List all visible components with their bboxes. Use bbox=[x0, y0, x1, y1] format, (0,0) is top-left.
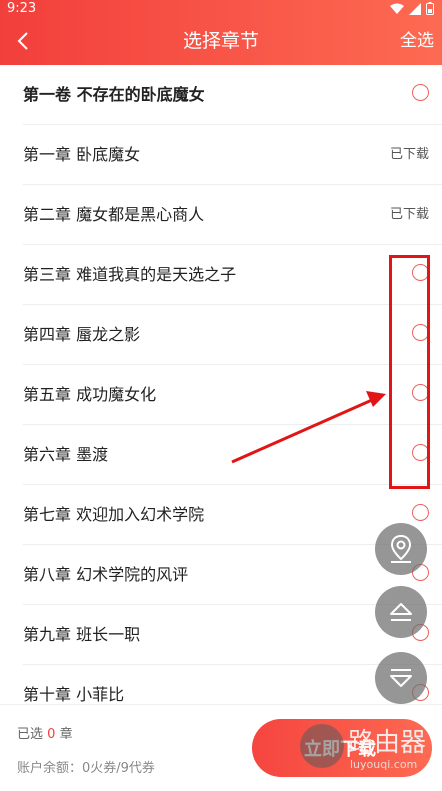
chapter-row[interactable]: 第二章 魔女都是黑心商人 已下载 bbox=[23, 185, 442, 245]
volume-title: 第一卷 不存在的卧底魔女 bbox=[23, 85, 205, 104]
chapter-row[interactable]: 第一卷 不存在的卧底魔女 bbox=[23, 65, 442, 125]
signal-icon bbox=[409, 2, 421, 15]
app-bar: 选择章节 全选 bbox=[0, 18, 442, 65]
selected-count-text: 已选 0 章 bbox=[17, 723, 73, 742]
chapter-title: 第三章 难道我真的是天选之子 bbox=[23, 265, 237, 284]
eject-up-icon bbox=[390, 603, 412, 621]
chapter-title: 第五章 成功魔女化 bbox=[23, 385, 157, 404]
status-icons bbox=[390, 2, 434, 15]
annotation-highlight-box bbox=[389, 255, 430, 489]
eject-down-icon bbox=[390, 669, 412, 687]
chapter-title: 第四章 蜃龙之影 bbox=[23, 325, 141, 344]
locate-fab[interactable] bbox=[375, 523, 427, 575]
account-balance: 账户余额：0火券/9代券 bbox=[17, 761, 155, 776]
downloaded-label: 已下载 bbox=[389, 147, 429, 162]
chapter-title: 第二章 魔女都是黑心商人 bbox=[23, 205, 205, 224]
chapter-title: 第一章 卧底魔女 bbox=[23, 145, 141, 164]
wifi-icon bbox=[390, 3, 404, 14]
selected-suffix: 章 bbox=[59, 727, 73, 742]
selected-count: 0 bbox=[47, 727, 56, 742]
header: 9:23 选择章节 全选 bbox=[0, 0, 442, 65]
select-radio[interactable] bbox=[412, 504, 429, 521]
chapter-row[interactable]: 第五章 成功魔女化 bbox=[23, 365, 442, 425]
select-radio[interactable] bbox=[412, 84, 429, 101]
page-title: 选择章节 bbox=[182, 30, 259, 52]
status-bar: 9:23 bbox=[0, 0, 442, 18]
chapter-row[interactable]: 第一章 卧底魔女 已下载 bbox=[23, 125, 442, 185]
bottom-bar: 已选 0 章 账户余额：0火券/9代券 立即下载 bbox=[0, 704, 442, 791]
download-now-button[interactable]: 立即下载 bbox=[252, 719, 432, 777]
status-time: 9:23 bbox=[7, 1, 37, 16]
chapter-title: 第七章 欢迎加入幻术学院 bbox=[23, 505, 205, 524]
scroll-top-fab[interactable] bbox=[375, 586, 427, 638]
location-pin-icon bbox=[390, 534, 412, 563]
chapter-row[interactable]: 第六章 墨渡 bbox=[23, 425, 442, 485]
selected-prefix: 已选 bbox=[17, 727, 44, 742]
select-all-button[interactable]: 全选 bbox=[400, 18, 434, 65]
chapter-list: 第一卷 不存在的卧底魔女 第一章 卧底魔女 已下载 第二章 魔女都是黑心商人 已… bbox=[0, 65, 442, 725]
download-now-label: 立即下载 bbox=[304, 739, 376, 760]
chapter-row[interactable]: 第三章 难道我真的是天选之子 bbox=[23, 245, 442, 305]
scroll-bottom-fab[interactable] bbox=[375, 652, 427, 704]
chapter-title: 第九章 班长一职 bbox=[23, 625, 141, 644]
battery-icon bbox=[426, 2, 434, 15]
downloaded-label: 已下载 bbox=[389, 207, 429, 222]
chapter-title: 第八章 幻术学院的风评 bbox=[23, 565, 189, 584]
chapter-title: 第六章 墨渡 bbox=[23, 445, 109, 464]
chapter-row[interactable]: 第四章 蜃龙之影 bbox=[23, 305, 442, 365]
